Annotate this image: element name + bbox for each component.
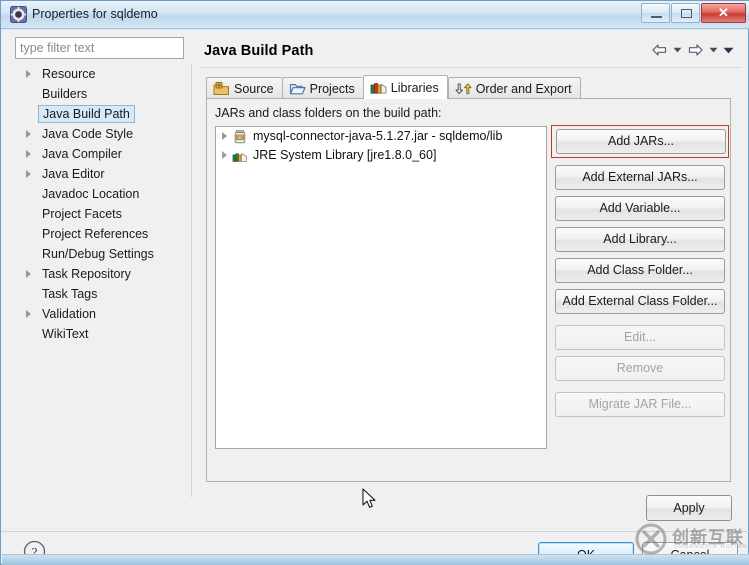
tree-item-run-debug-settings[interactable]: Run/Debug Settings (15, 244, 191, 264)
footer-divider (1, 531, 749, 532)
jar-icon: 010 (232, 129, 248, 145)
expand-arrow-icon[interactable] (26, 130, 31, 138)
add-jars-highlight-annotation: Add JARs... (551, 125, 729, 158)
forward-dropdown-chevron-down-icon[interactable] (707, 41, 720, 59)
back-arrow-icon[interactable] (650, 41, 669, 59)
edit-button[interactable]: Edit... (555, 325, 725, 350)
tree-item-label: Task Repository (42, 267, 131, 281)
jre-lib-icon (232, 148, 248, 164)
add-external-jars-button[interactable]: Add External JARs... (555, 165, 725, 190)
tree-item-label: Java Compiler (42, 147, 122, 161)
tab-projects[interactable]: Projects (281, 77, 363, 99)
title-bar: Properties for sqldemo ✕ (1, 1, 749, 29)
add-class-folder-button[interactable]: Add Class Folder... (555, 258, 725, 283)
source-folder-icon (213, 81, 230, 97)
svg-text:010: 010 (237, 136, 243, 140)
list-item[interactable]: 010 mysql-connector-java-5.1.27.jar - sq… (216, 127, 546, 146)
list-item-label: JRE System Library [jre1.8.0_60] (253, 148, 437, 162)
settings-tree: Resource Builders Java Build Path Java C… (15, 64, 192, 497)
projects-folder-icon (289, 81, 306, 97)
add-library-button[interactable]: Add Library... (555, 227, 725, 252)
tree-item-label: Java Code Style (42, 127, 134, 141)
maximize-button[interactable] (671, 3, 700, 23)
tree-item-validation[interactable]: Validation (15, 304, 191, 324)
list-item[interactable]: JRE System Library [jre1.8.0_60] (216, 146, 546, 165)
migrate-jar-file-button[interactable]: Migrate JAR File... (555, 392, 725, 417)
tab-label: Source (234, 81, 274, 96)
window-controls: ✕ (640, 3, 746, 25)
tab-libraries[interactable]: Libraries (362, 75, 448, 99)
add-variable-button[interactable]: Add Variable... (555, 196, 725, 221)
maximize-icon (681, 9, 692, 18)
tree-item-task-repository[interactable]: Task Repository (15, 264, 191, 284)
tree-item-java-code-style[interactable]: Java Code Style (15, 124, 191, 144)
libraries-tab-panel: JARs and class folders on the build path… (206, 98, 731, 482)
close-icon: ✕ (718, 5, 729, 20)
add-external-class-folder-button[interactable]: Add External Class Folder... (555, 289, 725, 314)
tree-item-builders[interactable]: Builders (15, 84, 191, 104)
tree-item-label: Run/Debug Settings (42, 247, 154, 261)
tab-source[interactable]: Source (206, 77, 282, 99)
tree-item-label: WikiText (42, 327, 89, 341)
list-item-label: mysql-connector-java-5.1.27.jar - sqldem… (253, 129, 503, 143)
libraries-button-stack: Add JARs... Add External JARs... Add Var… (551, 125, 729, 423)
libraries-list[interactable]: 010 mysql-connector-java-5.1.27.jar - sq… (215, 126, 547, 449)
tab-label: Libraries (390, 80, 439, 95)
tree-item-label: Task Tags (42, 287, 98, 301)
page-content: Java Build Path Source Projects Librarie… (194, 31, 743, 497)
minimize-button[interactable] (641, 3, 670, 23)
minimize-icon (651, 16, 662, 18)
expand-arrow-icon[interactable] (26, 310, 31, 318)
tab-label: Projects (309, 81, 355, 96)
tree-item-java-editor[interactable]: Java Editor (15, 164, 191, 184)
expand-arrow-icon[interactable] (222, 132, 227, 140)
tab-label: Order and Export (475, 81, 572, 96)
window-title: Properties for sqldemo (32, 7, 158, 21)
properties-dialog-window: Properties for sqldemo ✕ Resou (0, 0, 749, 565)
page-navigation (650, 40, 735, 60)
tree-item-label: Resource (42, 67, 96, 81)
tree-item-label: Builders (42, 87, 88, 101)
window-bottom-bar (2, 554, 749, 565)
tree-item-project-facets[interactable]: Project Facets (15, 204, 191, 224)
tree-item-label: Project Facets (42, 207, 122, 221)
apply-button[interactable]: Apply (646, 495, 732, 521)
tree-item-task-tags[interactable]: Task Tags (15, 284, 191, 304)
tab-order-and-export[interactable]: Order and Export (447, 77, 581, 99)
tree-item-javadoc-location[interactable]: Javadoc Location (15, 184, 191, 204)
tree-item-project-references[interactable]: Project References (15, 224, 191, 244)
expand-arrow-icon[interactable] (222, 151, 227, 159)
libraries-list-label: JARs and class folders on the build path… (215, 106, 442, 120)
tree-item-wikitext[interactable]: WikiText (15, 324, 191, 344)
expand-arrow-icon[interactable] (26, 150, 31, 158)
page-title-divider (199, 67, 740, 68)
tree-item-label: Project References (42, 227, 149, 241)
mouse-pointer-icon (362, 488, 378, 512)
properties-gear-icon (10, 6, 27, 23)
tree-item-label: Java Build Path (38, 105, 135, 123)
expand-arrow-icon[interactable] (26, 170, 31, 178)
expand-arrow-icon[interactable] (26, 270, 31, 278)
screenshot-root: Properties for sqldemo ✕ Resou (0, 0, 749, 565)
tree-item-label: Validation (42, 307, 96, 321)
back-dropdown-chevron-down-icon[interactable] (671, 41, 684, 59)
remove-button[interactable]: Remove (555, 356, 725, 381)
tree-item-java-build-path[interactable]: Java Build Path (15, 104, 191, 124)
dialog-body: Resource Builders Java Build Path Java C… (1, 29, 749, 565)
tree-item-resource[interactable]: Resource (15, 64, 191, 84)
close-button[interactable]: ✕ (701, 3, 746, 23)
forward-arrow-icon[interactable] (686, 41, 705, 59)
libraries-books-icon (370, 80, 387, 96)
filter-input[interactable] (15, 37, 184, 59)
page-title: Java Build Path (204, 43, 314, 59)
add-jars-button[interactable]: Add JARs... (556, 129, 726, 154)
order-export-icon (455, 81, 472, 97)
tree-item-java-compiler[interactable]: Java Compiler (15, 144, 191, 164)
tree-item-label: Java Editor (42, 167, 105, 181)
expand-arrow-icon[interactable] (26, 70, 31, 78)
page-menu-chevron-down-icon[interactable] (722, 41, 735, 59)
build-path-tabs: Source Projects Libraries Order and Expo… (206, 75, 581, 99)
tree-item-label: Javadoc Location (42, 187, 140, 201)
